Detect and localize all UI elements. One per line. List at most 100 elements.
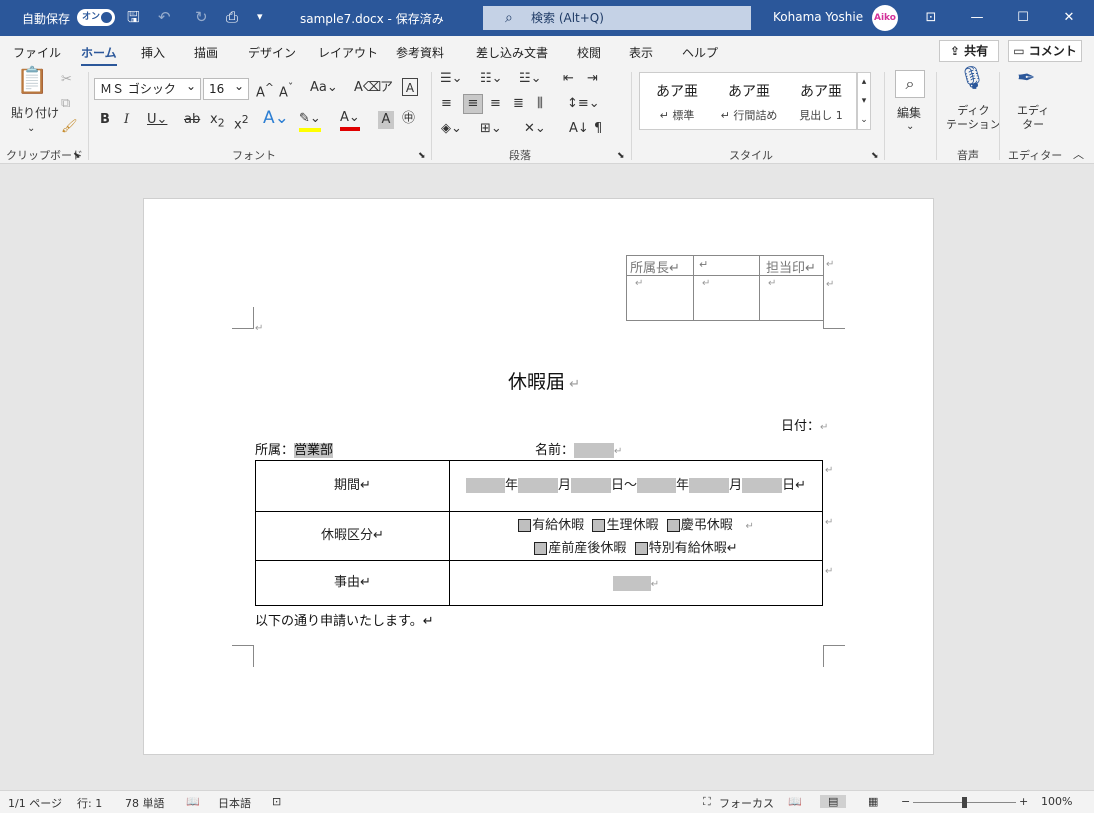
italic-icon[interactable]: I: [124, 111, 129, 129]
start-day-field[interactable]: [571, 478, 612, 493]
line-spacing-icon[interactable]: ↕≡⌄: [567, 95, 600, 113]
asian-layout-icon[interactable]: ✕⌄: [524, 120, 546, 138]
highlight-icon[interactable]: ✎⌄: [299, 110, 321, 132]
autosave-toggle[interactable]: オン: [77, 9, 115, 26]
share-button[interactable]: ⇪ 共有: [939, 40, 999, 62]
checkbox[interactable]: [666, 519, 680, 532]
increase-indent-icon[interactable]: ⇥: [587, 70, 598, 88]
stamp-header[interactable]: ↵: [693, 255, 760, 276]
ribbon-display-icon[interactable]: ⊡: [915, 6, 947, 30]
dialog-launcher-icon[interactable]: ⬊: [73, 147, 81, 165]
align-left-icon[interactable]: ≡: [441, 95, 452, 113]
focus-icon[interactable]: ⛶: [703, 795, 711, 809]
copy-icon[interactable]: ⧉: [61, 95, 70, 113]
close-icon[interactable]: ✕: [1053, 6, 1085, 30]
numbering-icon[interactable]: ☷⌄: [480, 70, 503, 88]
search-input[interactable]: ⌕ 検索 (Alt+Q): [483, 6, 751, 30]
checkbox[interactable]: [518, 519, 532, 532]
bold-icon[interactable]: B: [100, 111, 110, 129]
font-color-icon[interactable]: A⌄: [340, 109, 360, 131]
stamp-header[interactable]: 所属長↵: [626, 255, 694, 276]
microphone-icon[interactable]: 🎙: [958, 68, 986, 90]
undo-icon[interactable]: ↶: [158, 8, 171, 26]
zoom-slider-thumb[interactable]: [962, 797, 967, 808]
stamp-cell[interactable]: ↵: [626, 275, 694, 321]
phonetic-guide-icon[interactable]: ア: [380, 79, 393, 97]
multilevel-list-icon[interactable]: ☳⌄: [519, 70, 542, 88]
clear-formatting-icon[interactable]: A⌫: [354, 79, 381, 97]
align-center-icon[interactable]: ≡: [463, 94, 483, 114]
page-count[interactable]: 1/1 ページ: [8, 795, 62, 811]
tab-references[interactable]: 参考資料: [396, 44, 444, 61]
avatar[interactable]: Aiko: [872, 5, 898, 31]
dept-line[interactable]: 所属：営業部: [255, 439, 334, 458]
subscript-icon[interactable]: x2: [210, 111, 225, 133]
row-label-leave-type[interactable]: 休暇区分↵: [255, 511, 450, 561]
focus-label[interactable]: フォーカス: [719, 795, 774, 811]
change-case-icon[interactable]: Aa⌄: [310, 79, 338, 97]
shading-icon[interactable]: ◈⌄: [441, 120, 462, 138]
show-marks-icon[interactable]: ¶: [594, 120, 602, 138]
user-name[interactable]: Kohama Yoshie: [773, 10, 863, 24]
row-label-period[interactable]: 期間↵: [255, 460, 450, 512]
tab-file[interactable]: ファイル: [13, 44, 61, 61]
dialog-launcher-icon[interactable]: ⬊: [871, 147, 879, 165]
macro-record-icon[interactable]: ⊡: [272, 795, 281, 808]
read-mode-icon[interactable]: 📖: [788, 795, 802, 808]
leave-type-option[interactable]: 産前産後休暇: [548, 541, 626, 556]
underline-icon[interactable]: U⌄: [147, 111, 167, 129]
checkbox[interactable]: [634, 542, 648, 555]
character-border-icon[interactable]: A: [402, 78, 418, 96]
zoom-in-icon[interactable]: +: [1019, 795, 1028, 808]
date-line[interactable]: 日付：↵: [781, 415, 828, 434]
customize-qat-icon[interactable]: ▾: [257, 8, 263, 26]
stamp-header[interactable]: 担当印↵: [759, 255, 824, 276]
stamp-cell[interactable]: ↵: [759, 275, 824, 321]
borders-icon[interactable]: ⊞⌄: [480, 120, 502, 138]
minimize-icon[interactable]: —: [961, 6, 993, 30]
proofing-icon[interactable]: 📖: [186, 795, 200, 808]
format-painter-icon[interactable]: 🖌: [61, 118, 78, 136]
tab-mailings[interactable]: 差し込み文書: [476, 44, 548, 61]
cut-icon[interactable]: ✂: [61, 71, 72, 89]
row-label-reason[interactable]: 事由↵: [255, 560, 450, 606]
word-count[interactable]: 78 単語: [125, 795, 165, 811]
character-shading-icon[interactable]: A: [378, 111, 394, 129]
tab-design[interactable]: デザイン: [248, 44, 296, 61]
zoom-out-icon[interactable]: −: [901, 795, 910, 808]
text-effects-icon[interactable]: A⌄: [263, 109, 289, 127]
bullets-icon[interactable]: ☰⌄: [440, 70, 463, 88]
start-year-field[interactable]: [466, 478, 505, 493]
tab-review[interactable]: 校閲: [577, 44, 601, 61]
print-layout-icon[interactable]: ▤: [820, 795, 847, 808]
justify-icon[interactable]: ≣: [513, 95, 524, 113]
document-title-text[interactable]: 休暇届 ↵: [508, 367, 580, 394]
superscript-icon[interactable]: x2: [234, 111, 249, 134]
save-icon[interactable]: 🖫: [127, 8, 140, 26]
document-page[interactable]: ↵ 所属長↵ ↵ 担当印↵ ↵ ↵ ↵ ↵ ↵ 休暇届 ↵ 日付：↵ 所属：営業…: [143, 198, 934, 755]
period-cell[interactable]: 年 月 日～ 年 月 日↵: [449, 460, 823, 512]
editor-button-label[interactable]: エディ ター: [1017, 104, 1049, 132]
language[interactable]: 日本語: [218, 795, 251, 811]
style-item-normal[interactable]: あア亜 ↵ 標準: [642, 81, 712, 123]
leave-type-option[interactable]: 有給休暇: [532, 518, 584, 533]
chevron-down-icon[interactable]: ⌄: [27, 120, 35, 138]
document-title[interactable]: sample7.docx - 保存済み: [300, 10, 444, 27]
tab-layout[interactable]: レイアウト: [318, 44, 378, 61]
style-item-no-spacing[interactable]: あア亜 ↵ 行間詰め: [714, 81, 784, 123]
reason-cell[interactable]: ↵: [449, 560, 823, 606]
sort-icon[interactable]: A↓: [569, 120, 589, 138]
dept-value[interactable]: 営業部: [294, 443, 334, 458]
distributed-icon[interactable]: ⫼: [537, 95, 543, 113]
grow-font-icon[interactable]: A^: [256, 79, 274, 102]
strikethrough-icon[interactable]: ab: [184, 111, 200, 129]
leave-type-option[interactable]: 特別有給休暇↵: [649, 541, 738, 556]
checkbox[interactable]: [592, 519, 606, 532]
name-line[interactable]: 名前： ↵: [535, 439, 622, 458]
redo-icon[interactable]: ↻: [195, 8, 208, 26]
collapse-ribbon-icon[interactable]: ︿: [1073, 146, 1084, 164]
tab-draw[interactable]: 描画: [194, 44, 218, 61]
web-layout-icon[interactable]: ▦: [868, 795, 878, 808]
tab-home[interactable]: ホーム: [81, 44, 117, 67]
name-field[interactable]: [574, 443, 615, 458]
